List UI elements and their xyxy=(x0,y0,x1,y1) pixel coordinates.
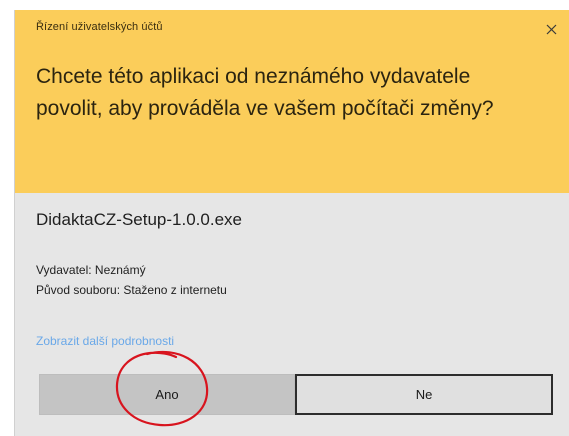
dialog-header: Řízení uživatelských účtů Chcete této ap… xyxy=(15,10,569,193)
close-icon xyxy=(546,24,557,35)
close-button[interactable] xyxy=(536,16,566,42)
no-button[interactable]: Ne xyxy=(295,374,553,415)
file-name: DidaktaCZ-Setup-1.0.0.exe xyxy=(36,210,242,229)
uac-dialog: Řízení uživatelských účtů Chcete této ap… xyxy=(14,10,569,436)
publisher-info: Vydavatel: Neznámý xyxy=(36,263,146,277)
yes-button[interactable]: Ano xyxy=(39,374,295,415)
dialog-question: Chcete této aplikaci od neznámého vydava… xyxy=(36,65,494,120)
show-more-details-link[interactable]: Zobrazit další podrobnosti xyxy=(36,334,174,348)
dialog-title: Řízení uživatelských účtů xyxy=(36,21,163,33)
file-origin-info: Původ souboru: Staženo z internetu xyxy=(36,283,227,297)
no-button-label: Ne xyxy=(415,387,433,402)
yes-button-label: Ano xyxy=(155,387,179,402)
